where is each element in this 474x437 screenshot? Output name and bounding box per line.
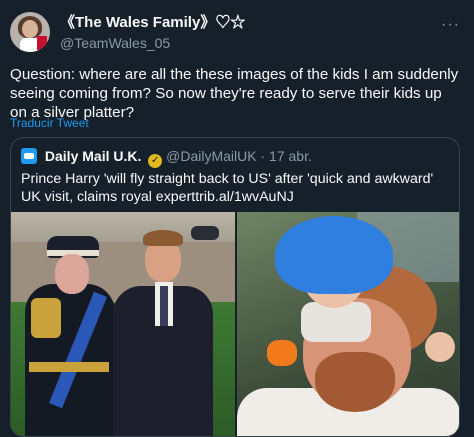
quoted-author-handle[interactable]: @DailyMailUK — [166, 148, 256, 164]
dailymail-avatar-icon[interactable] — [21, 148, 37, 164]
tweet-header: 《The Wales Family》♡☆ @TeamWales_05 ··· — [10, 10, 464, 60]
author-handle[interactable]: @TeamWales_05 — [60, 34, 245, 52]
quoted-tweet-date[interactable]: 17 abr. — [269, 148, 312, 164]
quoted-tweet-card[interactable]: Daily Mail U.K. ✓ @DailyMailUK · 17 abr.… — [10, 137, 460, 437]
more-icon[interactable]: ··· — [441, 16, 460, 34]
author-names: 《The Wales Family》♡☆ @TeamWales_05 — [60, 14, 245, 52]
translate-tweet-link[interactable]: Traducir Tweet — [10, 116, 89, 130]
quoted-tweet-text: Prince Harry 'will fly straight back to … — [21, 171, 434, 205]
photo-father-and-child[interactable] — [237, 212, 459, 436]
quoted-author-name[interactable]: Daily Mail U.K. — [45, 148, 141, 164]
author-avatar[interactable] — [10, 12, 50, 52]
tweet-text: Question: where are all the these images… — [10, 66, 459, 121]
photo-king-and-prince[interactable] — [11, 212, 235, 436]
author-display-name[interactable]: 《The Wales Family》♡☆ — [60, 14, 245, 32]
verified-badge-icon: ✓ — [148, 154, 163, 168]
quoted-tweet-header: Daily Mail U.K. ✓ @DailyMailUK · 17 abr. — [21, 148, 312, 168]
separator-dot: · — [260, 148, 266, 164]
